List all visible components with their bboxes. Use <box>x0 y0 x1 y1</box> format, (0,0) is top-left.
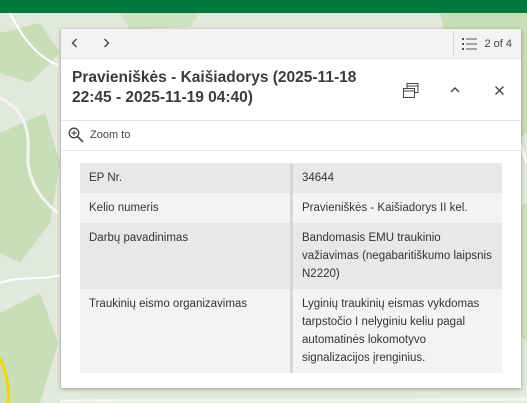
table-row: Darbų pavadinimas Bandomasis EMU traukin… <box>80 223 502 289</box>
pager-count: 2 of 4 <box>484 37 512 50</box>
dock-icon <box>403 82 419 98</box>
next-feature-button[interactable] <box>97 34 115 52</box>
collapse-button[interactable] <box>445 80 465 100</box>
table-row: Traukinių eismo organizavimas Lyginių tr… <box>80 289 502 373</box>
zoom-to-button[interactable]: Zoom to <box>68 127 130 143</box>
chevron-up-icon <box>450 87 460 93</box>
table-row: Kelio numeris Pravieniškės - Kaišiadorys… <box>80 193 502 223</box>
attribute-value: Lyginių traukinių eismas vykdomas tarpst… <box>291 289 502 373</box>
close-icon <box>494 85 504 95</box>
zoom-in-icon <box>68 127 84 143</box>
list-icon <box>462 37 478 51</box>
dock-button[interactable] <box>401 80 421 100</box>
attribute-value: 34644 <box>291 163 502 193</box>
header-divider <box>61 120 521 121</box>
actions-divider <box>61 150 521 151</box>
zoom-to-label: Zoom to <box>90 129 131 141</box>
feature-list-button[interactable]: 2 of 4 <box>453 31 517 56</box>
previous-feature-button[interactable] <box>66 34 84 52</box>
feature-popup: 2 of 4 Pravieniškės - Kaišiadorys (2025-… <box>61 29 521 388</box>
chevron-right-icon <box>104 38 110 48</box>
attribute-key: EP Nr. <box>80 163 293 193</box>
attribute-key: Traukinių eismo organizavimas <box>80 289 293 373</box>
attribute-key: Kelio numeris <box>80 193 293 223</box>
chevron-left-icon <box>71 38 77 48</box>
attribute-key: Darbų pavadinimas <box>80 223 293 289</box>
attribute-value: Pravieniškės - Kaišiadorys II kel. <box>291 193 502 223</box>
table-row: EP Nr. 34644 <box>80 163 502 193</box>
popup-navigation-bar: 2 of 4 <box>61 29 521 59</box>
close-button[interactable] <box>489 80 509 100</box>
popup-title: Pravieniškės - Kaišiadorys (2025-11-18 2… <box>72 69 357 106</box>
app-stage: 2 of 4 Pravieniškės - Kaišiadorys (2025-… <box>0 0 527 403</box>
attribute-table: EP Nr. 34644 Kelio numeris Pravieniškės … <box>80 163 502 373</box>
header-bar <box>0 0 527 13</box>
attribute-value: Bandomasis EMU traukinio važiavimas (neg… <box>291 223 502 289</box>
